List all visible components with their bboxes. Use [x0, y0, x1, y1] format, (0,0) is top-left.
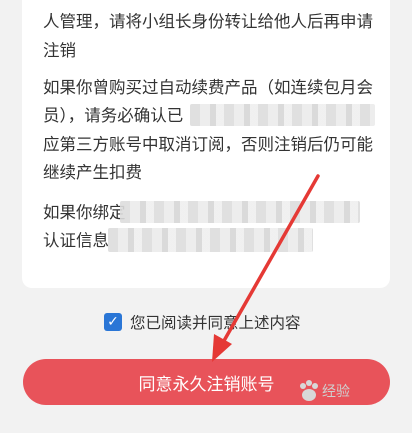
watermark: 经验 [296, 378, 350, 404]
paw-icon [300, 380, 318, 401]
watermark-text: 经验 [322, 384, 350, 400]
red-arrow-annotation [212, 174, 320, 362]
